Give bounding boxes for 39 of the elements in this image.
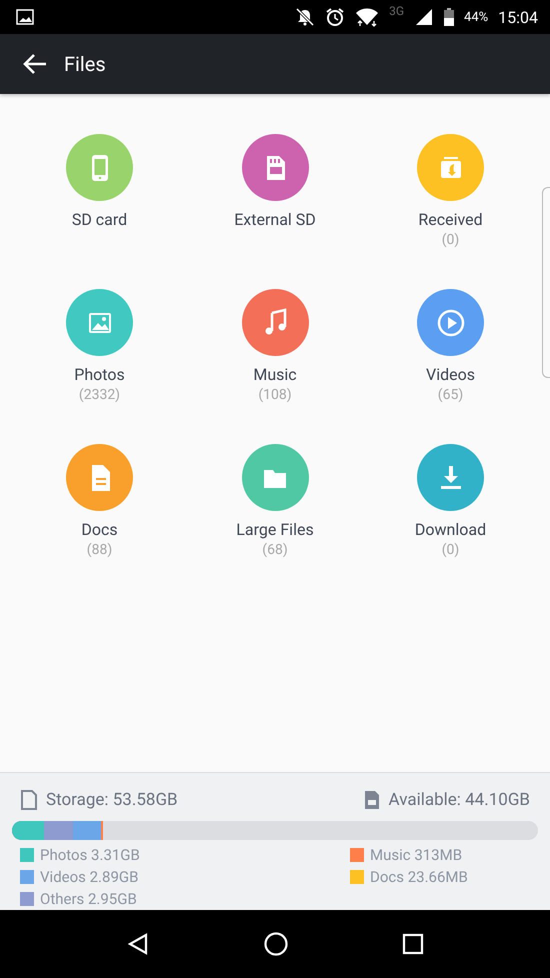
legend-label: Music 313MB bbox=[370, 846, 462, 864]
category-label: Music bbox=[253, 365, 297, 384]
category-label: Videos bbox=[426, 365, 475, 384]
category-label: Photos bbox=[74, 365, 125, 384]
item-count: (65) bbox=[438, 387, 464, 403]
item-count: (0) bbox=[442, 542, 460, 558]
item-count: (2332) bbox=[78, 387, 120, 403]
network-type: 3G bbox=[389, 4, 404, 18]
sd-card-icon bbox=[362, 789, 381, 811]
recent-apps-button[interactable] bbox=[402, 933, 424, 955]
signal-icon bbox=[414, 7, 434, 27]
item-count: (0) bbox=[442, 232, 460, 248]
app-title: Files bbox=[64, 52, 106, 76]
item-count: (108) bbox=[258, 387, 292, 403]
item-count: (68) bbox=[262, 542, 288, 558]
category-label: Docs bbox=[81, 520, 118, 539]
storage-available: Available: 44.10GB bbox=[388, 790, 530, 810]
home-button[interactable] bbox=[262, 931, 289, 957]
muted-bell-icon bbox=[295, 7, 316, 27]
category-label: Large Files bbox=[236, 520, 314, 539]
category-label: Received bbox=[418, 210, 483, 229]
item-count: (88) bbox=[86, 542, 112, 558]
sd-card-icon bbox=[20, 789, 38, 811]
storage-total: Storage: 53.58GB bbox=[46, 790, 178, 810]
alarm-clock-icon bbox=[325, 7, 346, 27]
back-button[interactable] bbox=[22, 53, 48, 75]
side-handle[interactable] bbox=[542, 187, 550, 378]
category-label: External SD bbox=[234, 210, 316, 229]
wifi-icon bbox=[355, 7, 380, 27]
image-icon bbox=[16, 9, 34, 25]
battery-percent: 44% bbox=[464, 10, 488, 24]
legend-label: Videos 2.89GB bbox=[40, 868, 138, 886]
legend-label: Photos 3.31GB bbox=[40, 846, 140, 864]
clock-time: 15:04 bbox=[498, 8, 538, 26]
legend-label: Others 2.95GB bbox=[40, 890, 137, 908]
legend-label: Docs 23.66MB bbox=[370, 868, 468, 886]
category-label: Download bbox=[414, 520, 486, 539]
battery-icon bbox=[444, 7, 454, 27]
category-label: SD card bbox=[72, 210, 128, 229]
